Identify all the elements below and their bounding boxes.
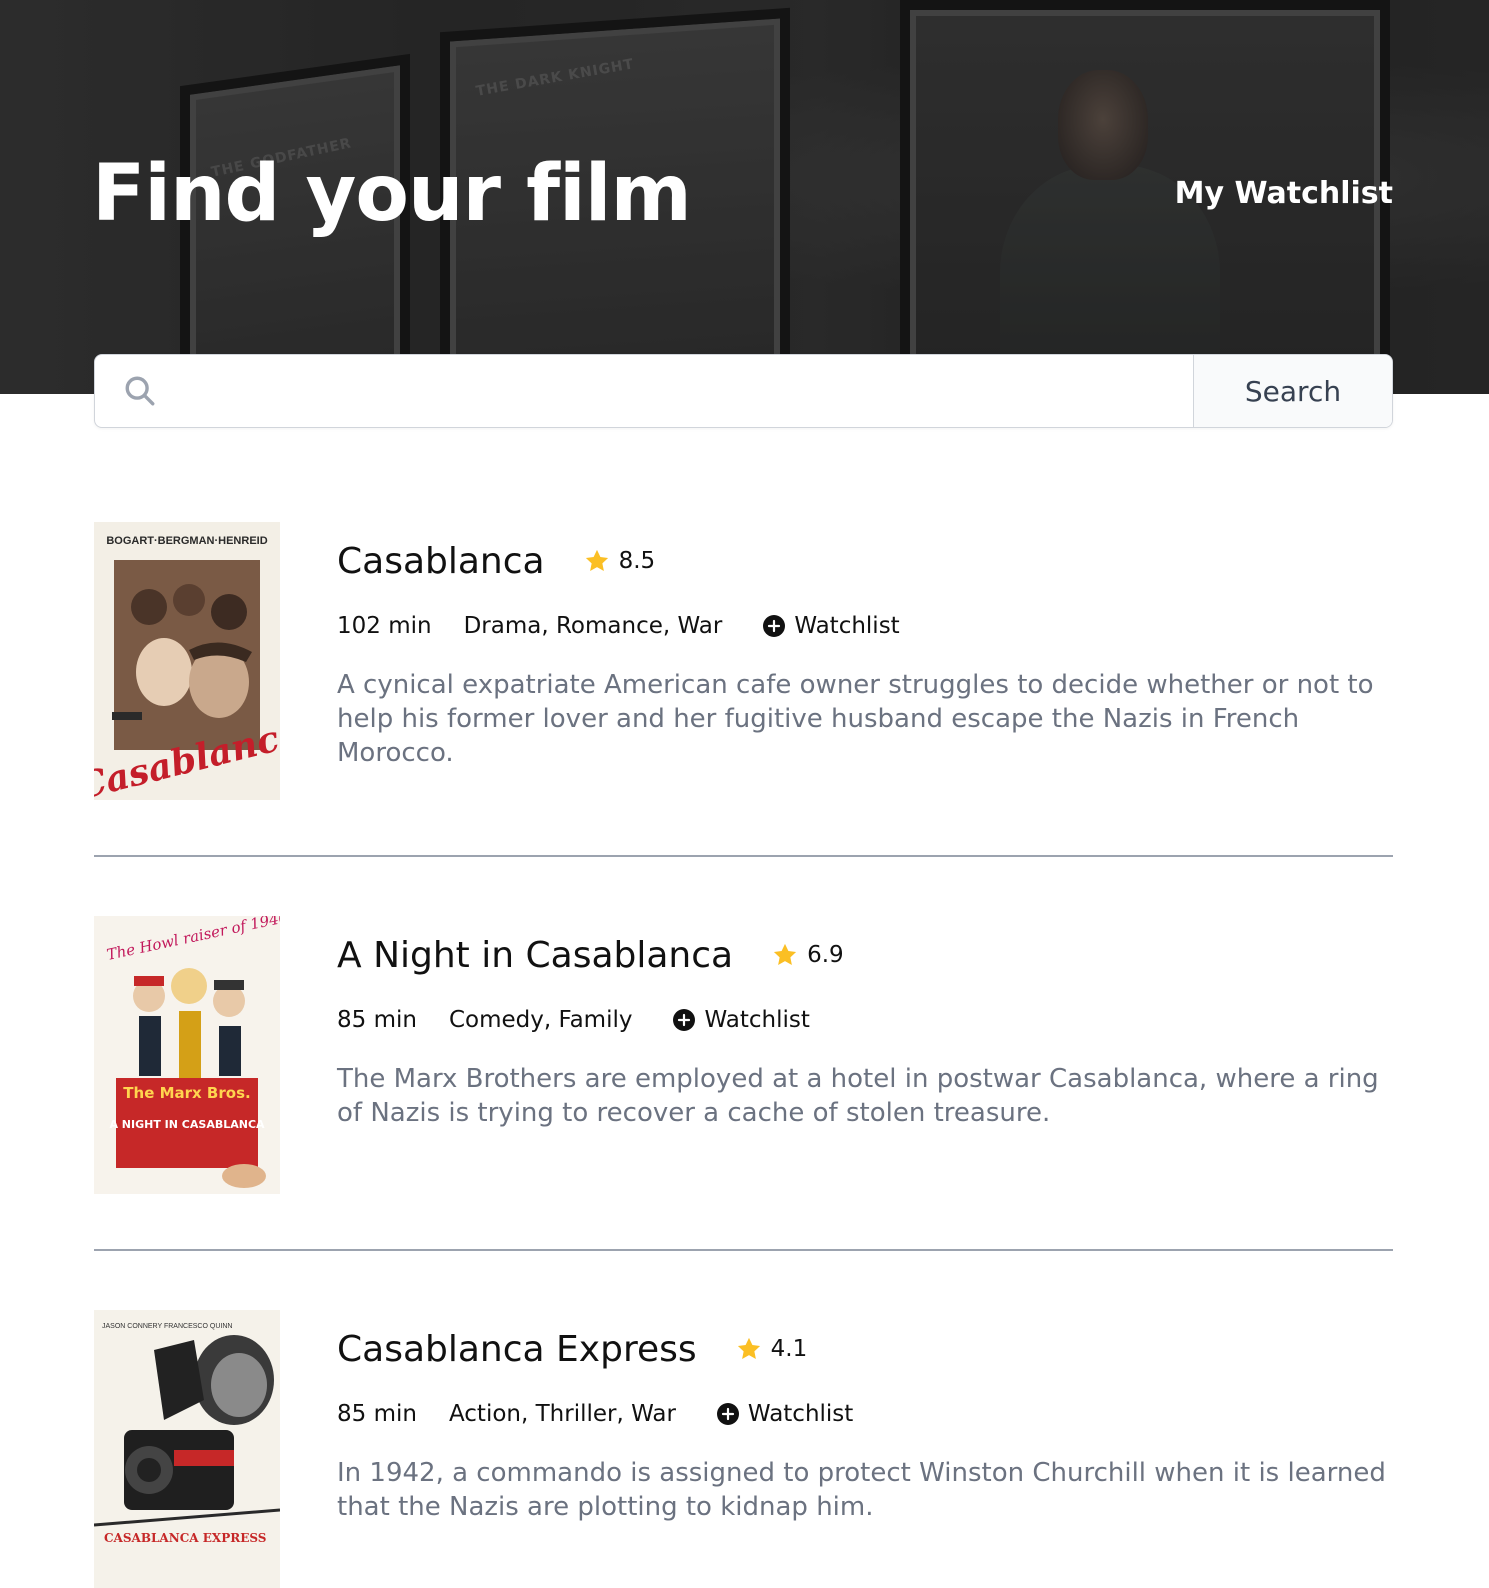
film-info: Casablanca Express 4.1 85 min Action, Th… (337, 1324, 1393, 1524)
film-title-row: A Night in Casablanca 6.9 (337, 930, 1393, 980)
rating-value: 6.9 (807, 942, 844, 968)
add-to-watchlist-button[interactable]: Watchlist (762, 613, 900, 639)
search-icon (125, 376, 155, 406)
plus-circle-icon (763, 615, 786, 637)
poster-cast-text: BOGART·BERGMAN·HENREID (106, 535, 267, 547)
film-plot: In 1942, a commando is assigned to prote… (337, 1458, 1386, 1522)
film-info: A Night in Casablanca 6.9 85 min Comedy,… (337, 930, 1393, 1130)
poster-cast-text: JASON CONNERY FRANCESCO QUINN (102, 1323, 232, 1330)
search-button[interactable]: Search (1193, 355, 1392, 427)
poster-title: CASABLANCA EXPRESS (104, 1531, 266, 1545)
film-poster[interactable]: The Howl raiser of 1946! The Marx Bros. … (94, 916, 280, 1194)
casablanca-poster-art: BOGART·BERGMAN·HENREID Casablanca (94, 522, 280, 800)
hero-header: THE GODFATHER THE DARK KNIGHT Find your … (0, 0, 1489, 394)
page-title: Find your film (92, 149, 692, 239)
night-in-casablanca-poster-art: The Howl raiser of 1946! The Marx Bros. … (94, 916, 280, 1194)
my-watchlist-link[interactable]: My Watchlist (1175, 176, 1393, 211)
film-runtime: 85 min (337, 1401, 417, 1427)
rating-value: 4.1 (770, 1336, 808, 1362)
film-genres: Comedy, Family (448, 1007, 633, 1033)
film-plot: The Marx Brothers are employed at a hote… (337, 1064, 1379, 1128)
film-genres: Drama, Romance, War (463, 613, 723, 639)
film-rating: 4.1 (735, 1335, 808, 1363)
casablanca-express-poster-art: JASON CONNERY FRANCESCO QUINN CASABLANCA… (94, 1310, 280, 1588)
poster-title: A NIGHT IN CASABLANCA (109, 1118, 265, 1131)
star-icon (774, 943, 797, 966)
film-title[interactable]: Casablanca Express (337, 1329, 697, 1370)
search-input[interactable] (157, 355, 1193, 427)
add-to-watchlist-button[interactable]: Watchlist (716, 1401, 853, 1427)
film-runtime: 102 min (337, 613, 432, 639)
star-icon (585, 549, 608, 572)
film-poster[interactable]: BOGART·BERGMAN·HENREID Casablanca (94, 522, 280, 800)
rating-value: 8.5 (618, 548, 656, 574)
film-genres: Action, Thriller, War (448, 1401, 676, 1427)
film-divider (94, 1249, 1393, 1251)
film-title[interactable]: Casablanca (337, 541, 545, 582)
film-poster[interactable]: JASON CONNERY FRANCESCO QUINN CASABLANCA… (94, 1310, 280, 1588)
plus-circle-icon (716, 1403, 739, 1425)
film-title-row: Casablanca Express 4.1 (337, 1324, 1393, 1374)
add-to-watchlist-button[interactable]: Watchlist (672, 1007, 810, 1033)
film-rating: 8.5 (583, 547, 656, 575)
watchlist-label: Watchlist (747, 1401, 854, 1427)
film-title[interactable]: A Night in Casablanca (337, 935, 733, 976)
star-icon (737, 1337, 760, 1360)
film-plot: A cynical expatriate American cafe owner… (337, 670, 1374, 768)
film-meta: 85 min Comedy, Family Watchlist (337, 1002, 1393, 1038)
search-bar: Search (94, 354, 1393, 428)
film-info: Casablanca 8.5 102 min Drama, Romance, W… (337, 536, 1393, 770)
poster-headline: The Marx Bros. (123, 1084, 250, 1102)
watchlist-label: Watchlist (704, 1007, 810, 1033)
film-runtime: 85 min (337, 1007, 417, 1033)
film-rating: 6.9 (771, 941, 844, 969)
film-title-row: Casablanca 8.5 (337, 536, 1393, 586)
film-meta: 85 min Action, Thriller, War Watchlist (337, 1396, 1393, 1432)
plus-circle-icon (673, 1009, 696, 1031)
film-meta: 102 min Drama, Romance, War Watchlist (337, 608, 1393, 644)
search-field[interactable] (95, 355, 1193, 427)
watchlist-label: Watchlist (794, 613, 900, 639)
film-divider (94, 855, 1393, 857)
